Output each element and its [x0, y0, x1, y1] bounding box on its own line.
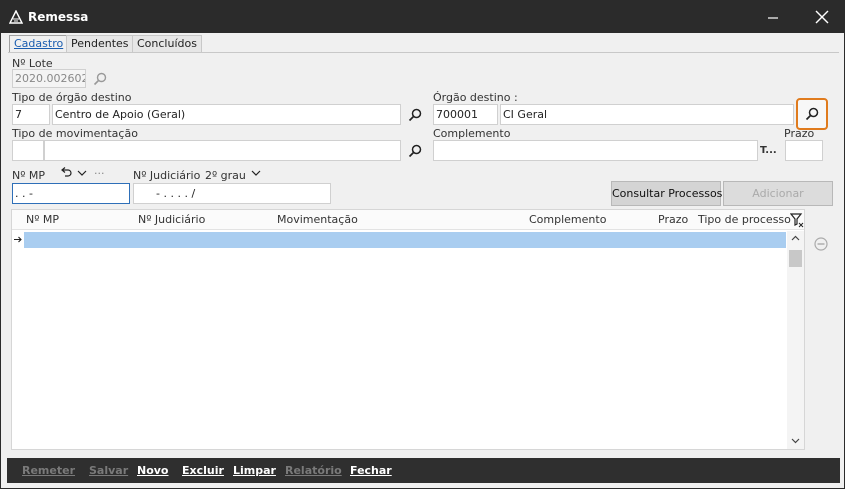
tab-cadastro[interactable]: Cadastro — [9, 35, 69, 53]
complemento-label: Complemento — [433, 127, 511, 140]
tipo-orgao-code-field[interactable]: 7 — [12, 104, 50, 125]
action-footer: Remeter Salvar Novo Excluir Limpar Relat… — [7, 458, 840, 483]
tipo-orgao-name-field[interactable]: Centro de Apoio (Geral) — [52, 104, 401, 125]
title-bar[interactable]: Remessa — [1, 1, 844, 33]
table-row[interactable] — [24, 232, 786, 248]
adicionar-button[interactable]: Adicionar — [723, 181, 833, 206]
vertical-scrollbar[interactable] — [787, 231, 804, 449]
judiciario-field[interactable]: - . . . . / — [133, 183, 331, 204]
fechar-button[interactable]: Fechar — [350, 464, 392, 477]
mp-field[interactable]: . . - — [12, 183, 130, 204]
undo-icon[interactable] — [59, 166, 73, 180]
grau-selector[interactable]: 2º grau — [205, 169, 246, 182]
chevron-down-icon[interactable] — [76, 167, 88, 179]
minimize-icon[interactable] — [765, 10, 781, 26]
lote-field: 2020.002602 — [12, 69, 86, 88]
window-title: Remessa — [28, 10, 89, 24]
processos-grid[interactable]: Nº MP Nº Judiciário Movimentação Complem… — [11, 209, 805, 450]
judiciario-label: Nº Judiciário — [133, 169, 201, 182]
consultar-processos-button[interactable]: Consultar Processos — [611, 181, 722, 206]
search-icon[interactable] — [407, 107, 423, 123]
column-header[interactable]: Prazo — [658, 213, 688, 226]
grid-header: Nº MP Nº Judiciário Movimentação Complem… — [12, 210, 804, 230]
scroll-thumb[interactable] — [789, 250, 802, 267]
remove-icon[interactable] — [813, 236, 829, 252]
salvar-button[interactable]: Salvar — [89, 464, 128, 477]
tipo-movimentacao-label: Tipo de movimentação — [12, 127, 138, 140]
chevron-up-icon[interactable] — [791, 234, 800, 243]
close-icon[interactable] — [813, 8, 831, 26]
search-icon — [805, 107, 819, 121]
column-header[interactable]: Tipo de processo — [698, 213, 791, 226]
column-header[interactable]: Complemento — [529, 213, 606, 226]
filter-icon[interactable] — [790, 212, 804, 228]
remeter-button[interactable]: Remeter — [22, 464, 75, 477]
tipo-movimentacao-code-field[interactable] — [12, 140, 44, 161]
remessa-window: Remessa Cadastro Pendentes Concluídos Nº… — [0, 0, 845, 489]
row-indicator-icon — [14, 236, 22, 243]
chevron-down-icon[interactable] — [791, 436, 800, 445]
orgao-destino-label: Órgão destino : — [433, 91, 518, 104]
orgao-destino-search-button[interactable] — [796, 98, 828, 130]
column-header[interactable]: Nº Judiciário — [138, 213, 205, 226]
mp-more-icon[interactable]: ··· — [94, 167, 105, 180]
prazo-field[interactable] — [785, 140, 823, 161]
orgao-destino-name-field[interactable]: CI Geral — [500, 104, 794, 125]
column-header[interactable]: Nº MP — [26, 213, 59, 226]
mp-label: Nº MP — [12, 169, 46, 182]
prazo-label: Prazo — [784, 127, 815, 140]
relatorio-button[interactable]: Relatório — [285, 464, 342, 477]
chevron-down-icon[interactable] — [250, 167, 262, 179]
tab-divider — [8, 52, 839, 53]
tipo-orgao-label: Tipo de órgão destino — [12, 91, 132, 104]
tab-concluidos[interactable]: Concluídos — [132, 35, 202, 53]
complemento-suffix[interactable]: T... — [760, 145, 777, 156]
search-icon[interactable] — [92, 71, 108, 87]
orgao-destino-code-field[interactable]: 700001 — [433, 104, 498, 125]
tab-pendentes[interactable]: Pendentes — [66, 35, 134, 53]
excluir-button[interactable]: Excluir — [182, 464, 224, 477]
search-icon[interactable] — [407, 143, 423, 159]
app-logo-icon — [9, 10, 23, 24]
complemento-field[interactable] — [433, 140, 758, 161]
column-header[interactable]: Movimentação — [277, 213, 358, 226]
limpar-button[interactable]: Limpar — [233, 464, 276, 477]
tipo-movimentacao-name-field[interactable] — [44, 140, 401, 161]
novo-button[interactable]: Novo — [137, 464, 169, 477]
